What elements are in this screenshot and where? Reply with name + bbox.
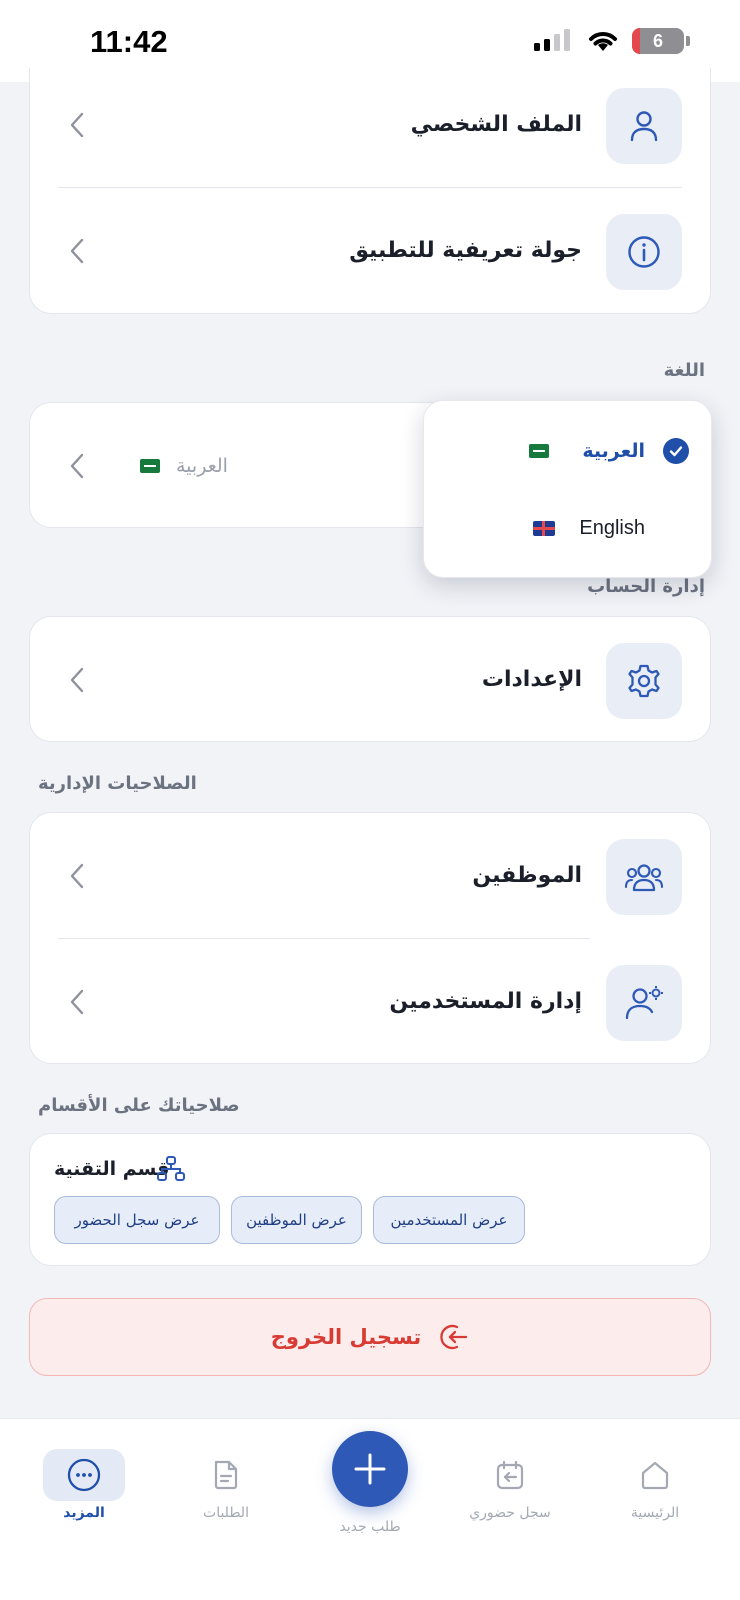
- bottom-tab-bar: الرئيسية سجل حضوري طلب جديد الطلبات المز…: [0, 1418, 740, 1600]
- logout-button[interactable]: تسجيل الخروج: [29, 1298, 711, 1376]
- employees-row[interactable]: الموظفين: [30, 813, 710, 939]
- more-icon: [67, 1458, 101, 1492]
- requests-icon-wrap: [185, 1449, 267, 1501]
- app-tour-icon-box: [606, 214, 682, 290]
- tab-label: سجل حضوري: [469, 1505, 551, 1521]
- document-icon: [214, 1460, 238, 1490]
- logout-icon: [440, 1324, 468, 1350]
- chevron-left-icon: [70, 989, 84, 1015]
- account-card: الملف الشخصي جولة تعريفية للتطبيق: [29, 68, 711, 314]
- profile-icon-box: [606, 88, 682, 164]
- app-tour-row[interactable]: جولة تعريفية للتطبيق: [30, 188, 710, 314]
- settings-label: الإعدادات: [481, 667, 582, 692]
- admin-card: الموظفين إدارة المستخدمين: [29, 812, 711, 1064]
- permission-chip: عرض المستخدمين: [373, 1196, 525, 1244]
- language-current-value: العربية: [176, 455, 228, 477]
- employees-icon-box: [606, 839, 682, 915]
- user-icon: [630, 111, 658, 142]
- profile-label: الملف الشخصي: [410, 112, 582, 137]
- status-time: 11:42: [90, 24, 168, 59]
- user-settings-icon: [625, 986, 663, 1020]
- language-option-english[interactable]: English: [424, 493, 711, 563]
- settings-card: الإعدادات: [29, 616, 711, 742]
- more-icon-wrap: [43, 1449, 125, 1501]
- home-icon-wrap: [614, 1449, 696, 1501]
- attendance-icon-wrap: [469, 1449, 551, 1501]
- battery-indicator: 6: [632, 28, 684, 54]
- tab-more[interactable]: المزيد: [24, 1419, 144, 1521]
- language-option-arabic[interactable]: العربية: [424, 416, 711, 486]
- chevron-left-icon: [70, 863, 84, 889]
- user-management-icon-box: [606, 965, 682, 1041]
- department-permissions-section-title: صلاحياتك على الأقسام: [38, 1095, 240, 1116]
- language-current: العربية: [140, 403, 228, 529]
- status-icons: 6: [534, 28, 690, 54]
- language-section-title: اللغة: [663, 360, 705, 381]
- wifi-icon: [589, 32, 617, 51]
- new-request-button[interactable]: [332, 1431, 408, 1507]
- language-option-label: العربية: [582, 440, 645, 462]
- profile-row[interactable]: الملف الشخصي: [30, 62, 710, 188]
- settings-icon-box: [606, 643, 682, 719]
- saudi-flag-icon: [140, 459, 160, 473]
- signal-icon: [534, 29, 570, 51]
- user-management-row[interactable]: إدارة المستخدمين: [30, 939, 710, 1065]
- info-icon: [628, 236, 660, 268]
- tab-label: الطلبات: [203, 1505, 249, 1521]
- admin-permissions-section-title: الصلاحيات الإدارية: [38, 773, 197, 794]
- tab-requests[interactable]: الطلبات: [166, 1419, 286, 1521]
- permission-chip: عرض سجل الحضور: [54, 1196, 220, 1244]
- tab-label: الرئيسية: [630, 1505, 680, 1521]
- logout-label: تسجيل الخروج: [270, 1325, 422, 1349]
- chevron-left-icon: [70, 667, 84, 693]
- chevron-left-icon: [70, 238, 84, 264]
- department-card: قسم التقنية عرض المستخدمين عرض الموظفين …: [29, 1133, 711, 1266]
- language-dropdown: العربية English: [423, 400, 712, 578]
- chevron-left-icon: [70, 112, 84, 138]
- account-management-section-title: إدارة الحساب: [587, 576, 705, 597]
- tab-label: المزيد: [63, 1505, 105, 1521]
- home-icon: [641, 1461, 669, 1490]
- gear-icon: [628, 664, 660, 698]
- users-icon: [624, 864, 664, 892]
- calendar-icon: [496, 1460, 524, 1490]
- plus-icon: [354, 1453, 386, 1485]
- battery-tip: [686, 36, 690, 46]
- tab-home[interactable]: الرئيسية: [595, 1419, 715, 1521]
- permission-chip: عرض الموظفين: [231, 1196, 362, 1244]
- chevron-left-icon: [70, 453, 84, 479]
- uk-flag-icon: [533, 520, 555, 536]
- tab-attendance[interactable]: سجل حضوري: [450, 1419, 570, 1521]
- department-name: قسم التقنية: [54, 1158, 170, 1180]
- check-icon: [663, 438, 689, 464]
- employees-label: الموظفين: [472, 863, 582, 888]
- app-tour-label: جولة تعريفية للتطبيق: [349, 238, 582, 263]
- settings-row[interactable]: الإعدادات: [30, 617, 710, 743]
- hierarchy-icon: [157, 1156, 185, 1181]
- language-option-label: English: [579, 516, 645, 539]
- new-request-label: طلب جديد: [339, 1519, 401, 1535]
- saudi-flag-icon: [529, 444, 549, 458]
- user-management-label: إدارة المستخدمين: [389, 989, 582, 1014]
